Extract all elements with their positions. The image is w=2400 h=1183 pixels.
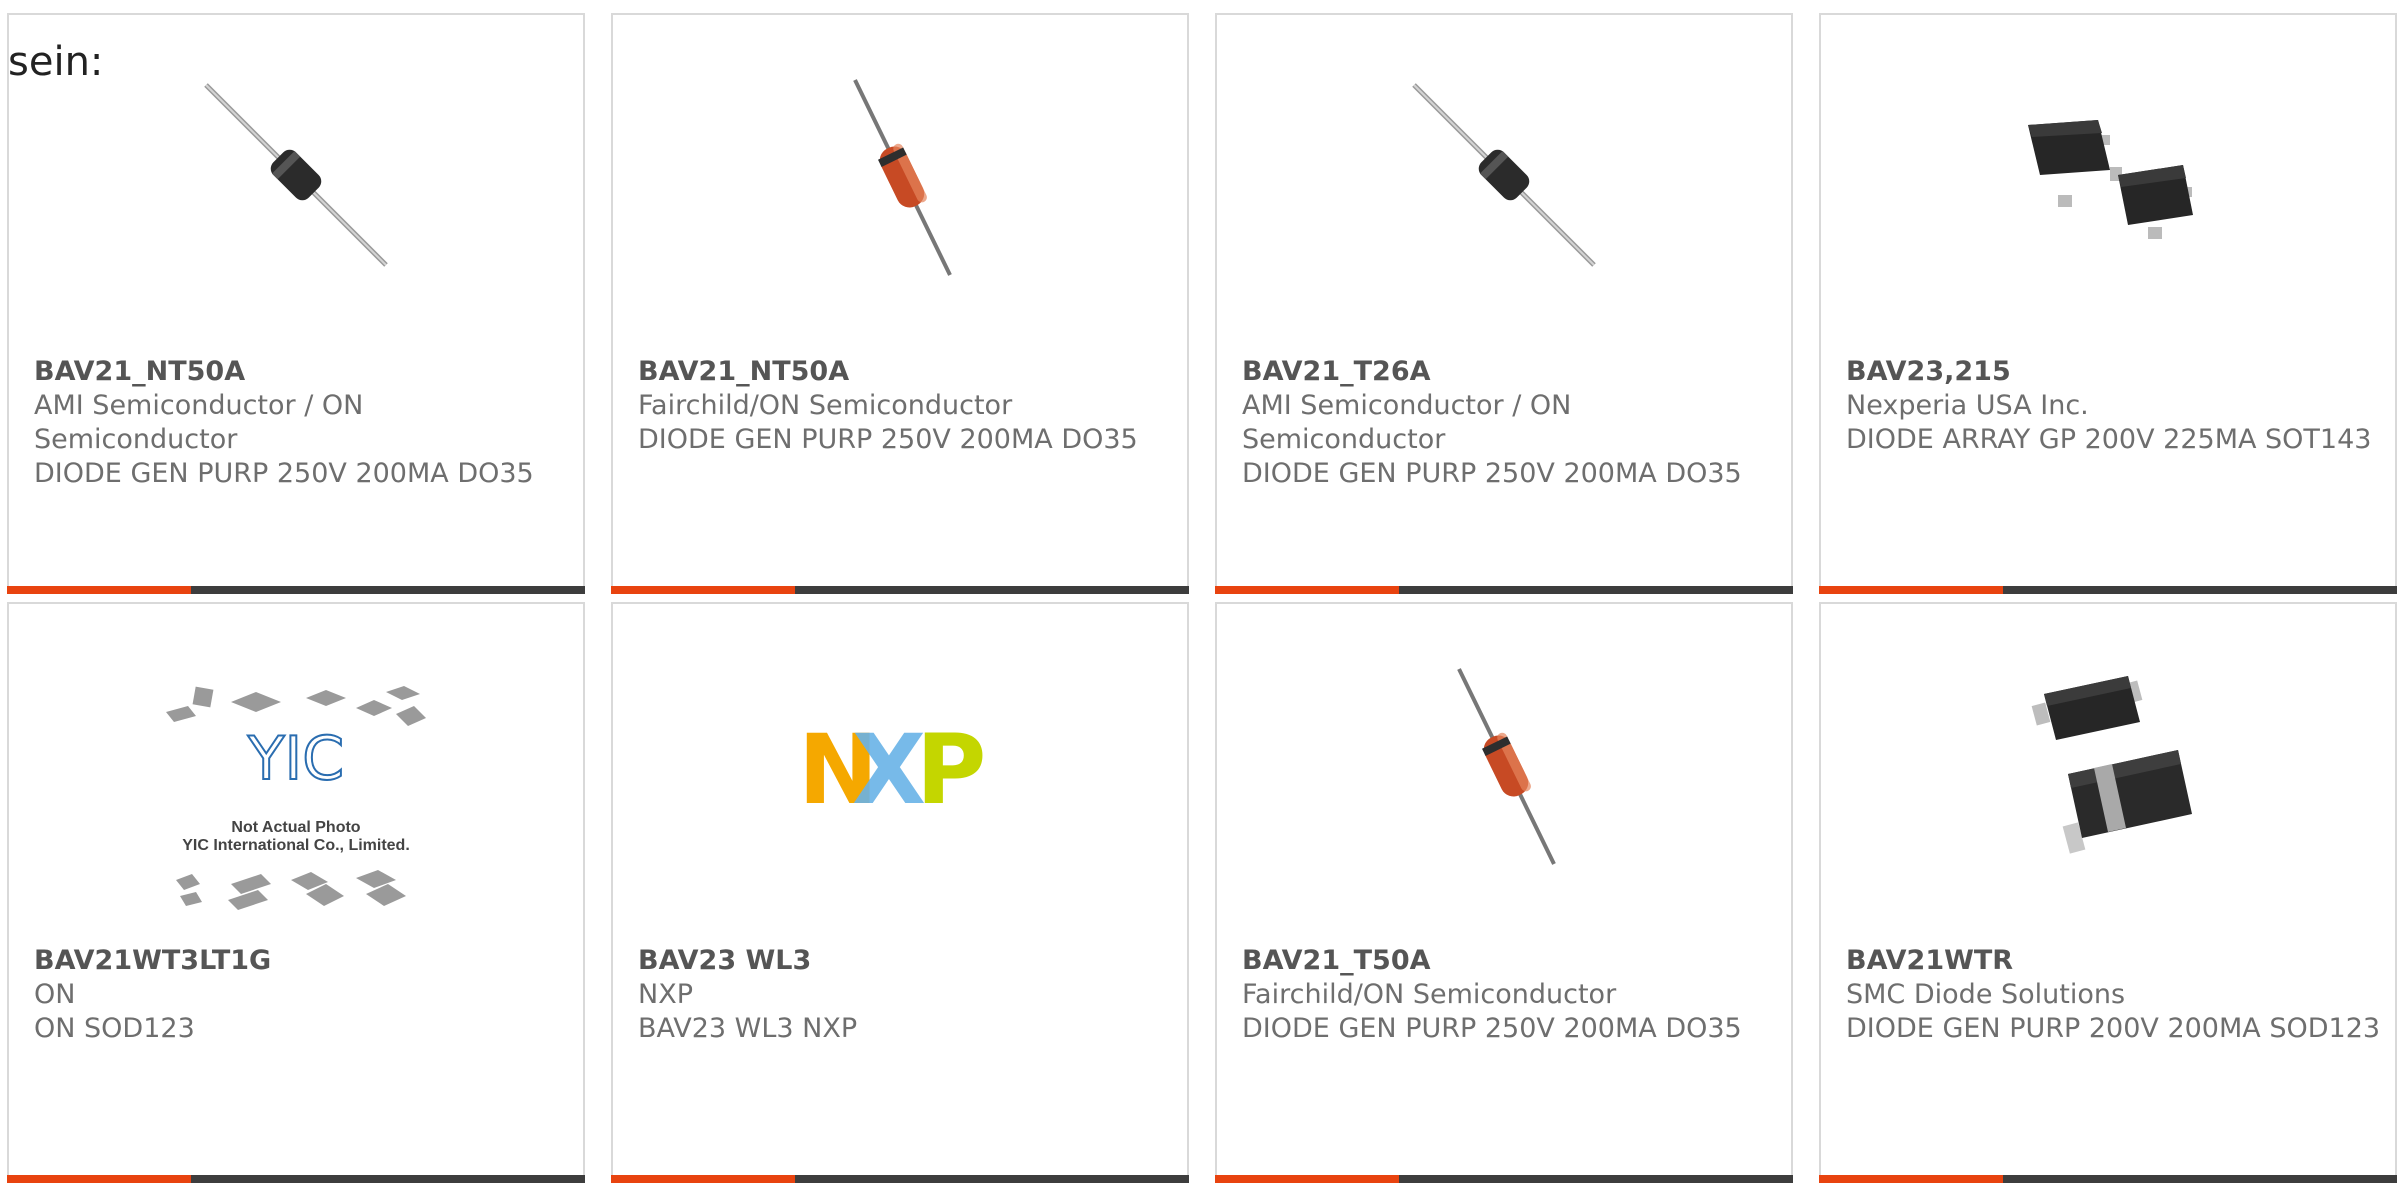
- card-bar: [7, 586, 585, 594]
- product-card[interactable]: BAV21_NT50A Fairchild/ON Semiconductor D…: [611, 13, 1189, 594]
- card-bar-accent: [1215, 586, 1399, 594]
- product-card[interactable]: BAV21_T26A AMI Semiconductor / ON Semico…: [1215, 13, 1793, 594]
- product-card[interactable]: BAV21_T50A Fairchild/ON Semiconductor DI…: [1215, 602, 1793, 1183]
- card-bar-accent: [1819, 1175, 2003, 1183]
- part-number[interactable]: BAV23,215: [1846, 355, 2386, 389]
- product-card[interactable]: BAV21_NT50A AMI Semiconductor / ON Semic…: [7, 13, 585, 594]
- card-bar-accent: [1819, 586, 2003, 594]
- description: DIODE GEN PURP 250V 200MA DO35: [638, 424, 1138, 455]
- part-number[interactable]: BAV21_T50A: [1242, 944, 1782, 978]
- manufacturer: Fairchild/ON Semiconductor: [1242, 979, 1617, 1010]
- nxp-letter-p: P: [916, 719, 986, 819]
- card-bar: [1819, 586, 2397, 594]
- glass-diode-icon[interactable]: [1217, 664, 1791, 874]
- card-bar-accent: [1215, 1175, 1399, 1183]
- card-bar: [1819, 1175, 2397, 1183]
- not-actual-photo-placeholder[interactable]: YIC Not Actual Photo YIC International C…: [9, 684, 583, 924]
- part-number[interactable]: BAV21_NT50A: [34, 355, 574, 389]
- description: ON SOD123: [34, 1013, 195, 1044]
- sod123-package-icon[interactable]: [1821, 664, 2395, 874]
- sot143-package-icon[interactable]: [1821, 75, 2395, 285]
- nxp-letter-x: X: [852, 719, 926, 819]
- yic-logo: YIC: [247, 724, 344, 794]
- axial-diode-black-icon[interactable]: [1217, 75, 1791, 285]
- card-bar: [1215, 1175, 1793, 1183]
- description: DIODE GEN PURP 200V 200MA SOD123: [1846, 1013, 2381, 1044]
- part-number[interactable]: BAV21_NT50A: [638, 355, 1178, 389]
- card-bar: [1215, 586, 1793, 594]
- manufacturer: ON: [34, 979, 76, 1010]
- card-bar-accent: [611, 586, 795, 594]
- product-card[interactable]: BAV23,215 Nexperia USA Inc. DIODE ARRAY …: [1819, 13, 2397, 594]
- product-card[interactable]: N X P BAV23 WL3 NXP BAV23 WL3 NXP: [611, 602, 1189, 1183]
- card-bar: [611, 586, 1189, 594]
- glass-diode-icon[interactable]: [613, 75, 1187, 285]
- description: DIODE GEN PURP 250V 200MA DO35: [1242, 1013, 1742, 1044]
- description: DIODE ARRAY GP 200V 225MA SOT143: [1846, 424, 2372, 455]
- part-number[interactable]: BAV21WT3LT1G: [34, 944, 574, 978]
- card-bar: [611, 1175, 1189, 1183]
- manufacturer: Fairchild/ON Semiconductor: [638, 390, 1013, 421]
- manufacturer: AMI Semiconductor / ON Semiconductor: [1242, 390, 1572, 455]
- placeholder-caption: Not Actual Photo: [231, 819, 360, 836]
- axial-diode-black-icon[interactable]: [9, 75, 583, 285]
- description: BAV23 WL3 NXP: [638, 1013, 858, 1044]
- description: DIODE GEN PURP 250V 200MA DO35: [34, 458, 534, 489]
- part-number[interactable]: BAV21WTR: [1846, 944, 2386, 978]
- product-card[interactable]: YIC Not Actual Photo YIC International C…: [7, 602, 585, 1183]
- manufacturer: Nexperia USA Inc.: [1846, 390, 2089, 421]
- part-number[interactable]: BAV21_T26A: [1242, 355, 1782, 389]
- product-card[interactable]: BAV21WTR SMC Diode Solutions DIODE GEN P…: [1819, 602, 2397, 1183]
- manufacturer: SMC Diode Solutions: [1846, 979, 2126, 1010]
- manufacturer: AMI Semiconductor / ON Semiconductor: [34, 390, 364, 455]
- nxp-logo[interactable]: N X P: [613, 664, 1187, 874]
- part-number[interactable]: BAV23 WL3: [638, 944, 1178, 978]
- card-bar: [7, 1175, 585, 1183]
- card-bar-accent: [7, 1175, 191, 1183]
- manufacturer: NXP: [638, 979, 693, 1010]
- card-bar-accent: [611, 1175, 795, 1183]
- intro-text: sein:: [8, 39, 104, 85]
- placeholder-company: YIC International Co., Limited.: [182, 837, 410, 854]
- description: DIODE GEN PURP 250V 200MA DO35: [1242, 458, 1742, 489]
- card-bar-accent: [7, 586, 191, 594]
